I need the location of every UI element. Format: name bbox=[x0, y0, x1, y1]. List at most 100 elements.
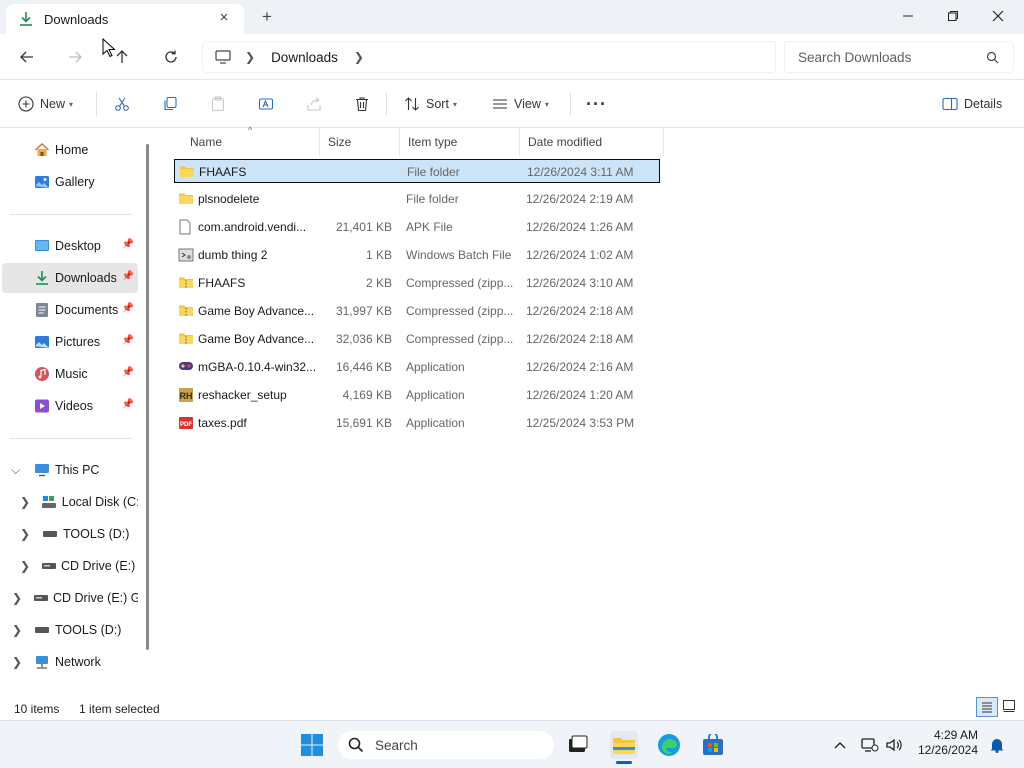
tiles-view-toggle[interactable] bbox=[1002, 699, 1016, 716]
details-button[interactable]: Details bbox=[942, 92, 1002, 116]
copy-button[interactable] bbox=[162, 92, 178, 116]
breadcrumb-downloads[interactable]: Downloads bbox=[271, 50, 338, 65]
store-icon bbox=[703, 734, 723, 755]
back-button[interactable] bbox=[15, 46, 39, 68]
file-row[interactable]: PDF taxes.pdf 15,691 KB Application 12/2… bbox=[174, 411, 660, 435]
delete-button[interactable] bbox=[354, 92, 370, 116]
edge-taskbar-button[interactable] bbox=[655, 731, 683, 759]
store-taskbar-button[interactable] bbox=[699, 731, 727, 759]
active-app-indicator bbox=[616, 761, 632, 764]
close-window-button[interactable] bbox=[975, 4, 1021, 28]
pin-icon[interactable]: 📌 bbox=[122, 239, 134, 250]
sidebar-item-local-disk-c[interactable]: ❯ Local Disk (C:) bbox=[2, 487, 138, 517]
details-view-icon bbox=[982, 702, 992, 713]
sidebar-item-tools-d-root[interactable]: ❯ TOOLS (D:) bbox=[2, 615, 138, 645]
pin-icon[interactable]: 📌 bbox=[122, 367, 134, 378]
file-row[interactable]: FHAAFS 2 KB Compressed (zipp... 12/26/20… bbox=[174, 271, 660, 295]
sidebar-item-label: Music bbox=[55, 367, 88, 381]
pin-icon[interactable]: 📌 bbox=[122, 303, 134, 314]
notifications-button[interactable] bbox=[983, 731, 1011, 759]
view-button[interactable]: View ▾ bbox=[492, 92, 549, 116]
tab-downloads[interactable]: Downloads × bbox=[6, 4, 244, 34]
chevron-down-icon: ▾ bbox=[69, 99, 74, 109]
chevron-down-icon[interactable]: ⌵ bbox=[11, 463, 20, 478]
sort-icon bbox=[404, 96, 420, 112]
file-row[interactable]: Game Boy Advance... 32,036 KB Compressed… bbox=[174, 327, 660, 351]
chevron-right-icon[interactable]: ❯ bbox=[12, 655, 22, 669]
sidebar-item-tools-d[interactable]: ❯ TOOLS (D:) bbox=[2, 519, 138, 549]
cd-drive-icon bbox=[33, 594, 49, 602]
column-header-name[interactable]: Name ^ bbox=[182, 125, 320, 156]
file-row[interactable]: FHAAFS File folder 12/26/2024 3:11 AM bbox=[174, 159, 660, 183]
close-tab-icon[interactable]: × bbox=[214, 9, 234, 26]
title-bar: Downloads × + bbox=[0, 0, 1024, 34]
details-pane-icon bbox=[942, 96, 958, 112]
clock[interactable]: 4:29 AM 12/26/2024 bbox=[914, 728, 978, 758]
more-options-button[interactable]: ··· bbox=[586, 92, 607, 116]
chevron-right-icon[interactable]: ❯ bbox=[20, 559, 30, 573]
reshacker-app-icon: RH bbox=[178, 387, 196, 403]
taskbar-search[interactable]: Search bbox=[338, 731, 554, 759]
navigation-bar: ❯ Downloads ❯ Search Downloads bbox=[0, 34, 1024, 80]
sidebar-item-this-pc[interactable]: ⌵ This PC bbox=[2, 455, 138, 485]
forward-button[interactable] bbox=[63, 46, 87, 68]
cut-button[interactable] bbox=[114, 92, 130, 116]
search-input[interactable]: Search Downloads bbox=[784, 41, 1014, 73]
sidebar-item-label: CD Drive (E:) GP bbox=[53, 591, 138, 605]
chevron-right-icon[interactable]: ❯ bbox=[245, 50, 255, 64]
column-header-size[interactable]: Size bbox=[320, 128, 400, 156]
chevron-up-icon bbox=[834, 742, 846, 749]
file-row[interactable]: RH reshacker_setup 4,169 KB Application … bbox=[174, 383, 660, 407]
details-view-toggle[interactable] bbox=[976, 697, 998, 717]
sidebar-scrollbar[interactable] bbox=[146, 144, 149, 650]
rename-button[interactable] bbox=[258, 92, 274, 116]
address-bar[interactable]: ❯ Downloads ❯ bbox=[202, 41, 776, 73]
sidebar-item-network[interactable]: ❯ Network bbox=[2, 647, 138, 677]
file-explorer-taskbar-button[interactable] bbox=[610, 731, 638, 764]
share-button[interactable] bbox=[306, 92, 322, 116]
sidebar-item-cd-drive-e[interactable]: ❯ CD Drive (E:) G bbox=[2, 551, 138, 581]
new-tab-button[interactable]: + bbox=[262, 7, 272, 27]
file-row[interactable]: plsnodelete File folder 12/26/2024 2:19 … bbox=[174, 187, 660, 211]
sidebar-item-downloads[interactable]: Downloads 📌 bbox=[2, 263, 138, 293]
refresh-button[interactable] bbox=[159, 46, 183, 68]
pin-icon[interactable]: 📌 bbox=[122, 271, 134, 282]
sidebar-item-label: Local Disk (C:) bbox=[61, 495, 138, 509]
file-row[interactable]: dumb thing 2 1 KB Windows Batch File 12/… bbox=[174, 243, 660, 267]
sidebar-item-videos[interactable]: Videos 📌 bbox=[2, 391, 138, 421]
sidebar-item-music[interactable]: Music 📌 bbox=[2, 359, 138, 389]
sidebar-item-home[interactable]: Home bbox=[2, 135, 138, 165]
local-disk-icon bbox=[41, 495, 58, 509]
chevron-right-icon[interactable]: ❯ bbox=[20, 495, 30, 509]
chevron-right-icon[interactable]: ❯ bbox=[20, 527, 30, 541]
new-label: New bbox=[40, 97, 66, 111]
restore-button[interactable] bbox=[930, 4, 976, 28]
column-header-date[interactable]: Date modified bbox=[520, 128, 664, 156]
paste-button[interactable] bbox=[210, 92, 226, 116]
sidebar-item-desktop[interactable]: Desktop 📌 bbox=[2, 231, 138, 261]
sidebar-item-gallery[interactable]: Gallery bbox=[2, 167, 138, 197]
toolbar-divider bbox=[386, 92, 387, 116]
sidebar-item-pictures[interactable]: Pictures 📌 bbox=[2, 327, 138, 357]
new-button[interactable]: New ▾ bbox=[18, 92, 73, 116]
sidebar-item-documents[interactable]: Documents 📌 bbox=[2, 295, 138, 325]
volume-button[interactable] bbox=[880, 731, 908, 759]
start-button[interactable] bbox=[298, 731, 326, 759]
file-row[interactable]: com.android.vendi... 21,401 KB APK File … bbox=[174, 215, 660, 239]
pin-icon[interactable]: 📌 bbox=[122, 399, 134, 410]
chevron-right-icon[interactable]: ❯ bbox=[354, 50, 364, 64]
zip-folder-icon bbox=[178, 275, 196, 291]
sort-button[interactable]: Sort ▾ bbox=[404, 92, 457, 116]
chevron-right-icon[interactable]: ❯ bbox=[12, 591, 22, 605]
task-view-button[interactable] bbox=[564, 731, 592, 759]
show-hidden-icons-button[interactable] bbox=[826, 731, 854, 759]
file-row[interactable]: Game Boy Advance... 31,997 KB Compressed… bbox=[174, 299, 660, 323]
taskbar-search-label: Search bbox=[375, 737, 418, 753]
chevron-right-icon[interactable]: ❯ bbox=[12, 623, 22, 637]
file-row[interactable]: mGBA-0.10.4-win32... 16,446 KB Applicati… bbox=[174, 355, 660, 379]
pin-icon[interactable]: 📌 bbox=[122, 335, 134, 346]
minimize-button[interactable] bbox=[885, 4, 931, 28]
sidebar-divider bbox=[10, 438, 132, 439]
column-header-type[interactable]: Item type bbox=[400, 128, 520, 156]
sidebar-item-cd-drive-e-root[interactable]: ❯ CD Drive (E:) GP bbox=[2, 583, 138, 613]
